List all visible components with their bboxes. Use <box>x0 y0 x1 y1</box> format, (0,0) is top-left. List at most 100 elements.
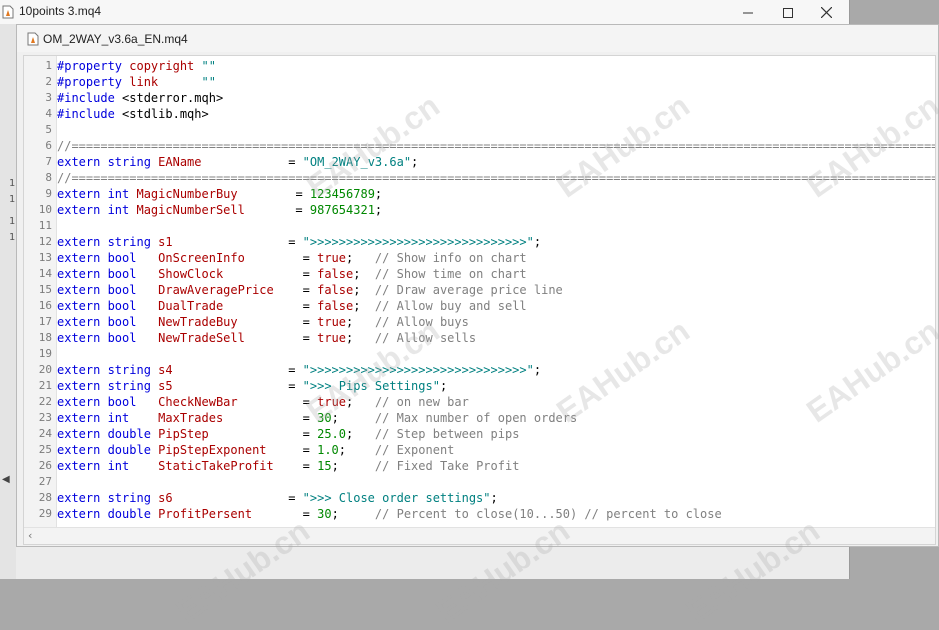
line-number: 19 <box>38 347 52 360</box>
code-line[interactable]: 6 //=====================================… <box>24 138 935 154</box>
line-number: 29 <box>38 507 52 520</box>
outer-titlebar[interactable]: 10points 3.mq4 <box>0 0 849 25</box>
code-text: extern string s1 = ">>>>>>>>>>>>>>>>>>>>… <box>57 234 541 250</box>
code-line[interactable]: 22 extern bool CheckNewBar = true; // on … <box>24 394 935 410</box>
minimize-icon <box>743 3 753 22</box>
code-line[interactable]: 11 <box>24 218 935 234</box>
code-token: ">>>>>>>>>>>>>>>>>>>>>>>>>>>>>>" <box>302 363 534 377</box>
code-editor[interactable]: 1 #property copyright "" 2 #property link "… <box>23 55 936 545</box>
code-token: s1 <box>158 235 173 249</box>
code-text: extern string s5 = ">>> Pips Settings"; <box>57 378 447 394</box>
code-token: #property <box>57 75 130 89</box>
code-token: = <box>237 315 318 329</box>
code-text: #include <stderror.mqh> <box>57 90 223 106</box>
code-line[interactable]: 5 <box>24 122 935 138</box>
code-line[interactable]: 28 extern string s6 = ">>> Close order se… <box>24 490 935 506</box>
code-token: extern int <box>57 203 137 217</box>
scroll-left-icon[interactable]: ‹ <box>28 529 32 542</box>
code-token: // on new bar <box>374 395 469 409</box>
code-text: #property link "" <box>57 74 216 90</box>
line-number: 24 <box>38 427 52 440</box>
code-token: = <box>172 363 303 377</box>
code-token: ; <box>331 459 375 473</box>
line-number: 9 <box>45 187 52 200</box>
code-token: "" <box>201 59 216 73</box>
code-line[interactable]: 15 extern bool DrawAveragePrice = false; … <box>24 282 935 298</box>
code-line[interactable]: 19 <box>24 346 935 362</box>
code-token: link <box>129 75 159 89</box>
code-text: extern int MagicNumberSell = 987654321; <box>57 202 382 218</box>
code-token: extern int <box>57 187 137 201</box>
minimize-button[interactable] <box>730 0 766 24</box>
code-text: extern bool NewTradeBuy = true; // Allow… <box>57 314 469 330</box>
code-line[interactable]: 17 extern bool NewTradeBuy = true; // All… <box>24 314 935 330</box>
code-line[interactable]: 29 extern double ProfitPersent = 30; // P… <box>24 506 935 522</box>
code-token: // Allow buy and sell <box>374 299 527 313</box>
code-token: = <box>172 235 303 249</box>
code-line[interactable]: 27 <box>24 474 935 490</box>
line-number: 28 <box>38 491 52 504</box>
maximize-button[interactable] <box>770 0 806 24</box>
editor-titlebar[interactable]: OM_2WAY_v3.6a_EN.mq4 <box>17 25 938 52</box>
code-line[interactable]: 3 #include <stderror.mqh> <box>24 90 935 106</box>
code-line[interactable]: 18 extern bool NewTradeSell = true; // Al… <box>24 330 935 346</box>
code-line[interactable]: 21 extern string s5 = ">>> Pips Settings"… <box>24 378 935 394</box>
code-line[interactable]: 13 extern bool OnScreenInfo = true; // Sh… <box>24 250 935 266</box>
line-number: 17 <box>38 315 52 328</box>
line-number: 11 <box>38 219 52 232</box>
code-line[interactable]: 2 #property link "" <box>24 74 935 90</box>
code-text: //======================================… <box>57 138 935 154</box>
line-number: 23 <box>38 411 52 424</box>
code-token: true <box>317 395 347 409</box>
code-text: extern int MaxTrades = 30; // Max number… <box>57 410 577 426</box>
code-line[interactable]: 9 extern int MagicNumberBuy = 123456789; <box>24 186 935 202</box>
code-line[interactable]: 16 extern bool DualTrade = false; // Allo… <box>24 298 935 314</box>
code-line[interactable]: 12 extern string s1 = ">>>>>>>>>>>>>>>>>>… <box>24 234 935 250</box>
code-token: extern string <box>57 491 159 505</box>
code-line[interactable]: 4 #include <stdlib.mqh> <box>24 106 935 122</box>
outer-window-title: 10points 3.mq4 <box>19 4 102 18</box>
code-token: //======================================… <box>57 171 936 185</box>
code-token: ">>> Close order settings" <box>302 491 491 505</box>
code-token: 123456789 <box>309 187 375 201</box>
code-text: extern bool DrawAveragePrice = false; //… <box>57 282 563 298</box>
code-token: = <box>244 251 318 265</box>
code-token: NewTradeSell <box>158 331 245 345</box>
code-token: // Step between pips <box>374 427 520 441</box>
code-line[interactable]: 1 #property copyright "" <box>24 58 935 74</box>
code-token: NewTradeBuy <box>158 315 238 329</box>
code-token: 30 <box>317 411 332 425</box>
code-line[interactable]: 14 extern bool ShowClock = false; // Show… <box>24 266 935 282</box>
code-line[interactable]: 10 extern int MagicNumberSell = 987654321… <box>24 202 935 218</box>
code-token: 15 <box>317 459 332 473</box>
code-line[interactable]: 7 extern string EAName = "OM_2WAY_v3.6a"; <box>24 154 935 170</box>
close-button[interactable] <box>808 0 844 24</box>
code-line[interactable]: 24 extern double PipStep = 25.0; // Step … <box>24 426 935 442</box>
code-token: extern string <box>57 379 159 393</box>
code-line[interactable]: 23 extern int MaxTrades = 30; // Max numb… <box>24 410 935 426</box>
line-number: 20 <box>38 363 52 376</box>
code-token: CheckNewBar <box>158 395 238 409</box>
code-token: extern bool <box>57 331 159 345</box>
code-token: extern int <box>57 411 159 425</box>
code-token: MagicNumberSell <box>136 203 245 217</box>
scroll-left-arrow-icon[interactable]: ◀ <box>2 474 10 485</box>
code-token: = <box>273 459 318 473</box>
code-line[interactable]: 20 extern string s4 = ">>>>>>>>>>>>>>>>>>… <box>24 362 935 378</box>
code-token: ; <box>331 411 375 425</box>
code-line[interactable]: 26 extern int StaticTakeProfit = 15; // F… <box>24 458 935 474</box>
code-token: // Show time on chart <box>374 267 527 281</box>
code-token: // Allow buys <box>374 315 469 329</box>
code-token: #include <box>57 91 123 105</box>
code-token: ; <box>338 443 375 457</box>
code-line[interactable]: 25 extern double PipStepExponent = 1.0; /… <box>24 442 935 458</box>
code-token: false <box>317 267 354 281</box>
gutter-marker: 1 <box>9 178 16 189</box>
gutter-marker: 1 <box>9 216 16 227</box>
horizontal-scrollbar[interactable]: ‹ <box>24 527 935 544</box>
code-line[interactable]: 8 //=====================================… <box>24 170 935 186</box>
code-token: = <box>223 267 318 281</box>
line-number: 2 <box>45 75 52 88</box>
code-token: // Allow sells <box>374 331 477 345</box>
